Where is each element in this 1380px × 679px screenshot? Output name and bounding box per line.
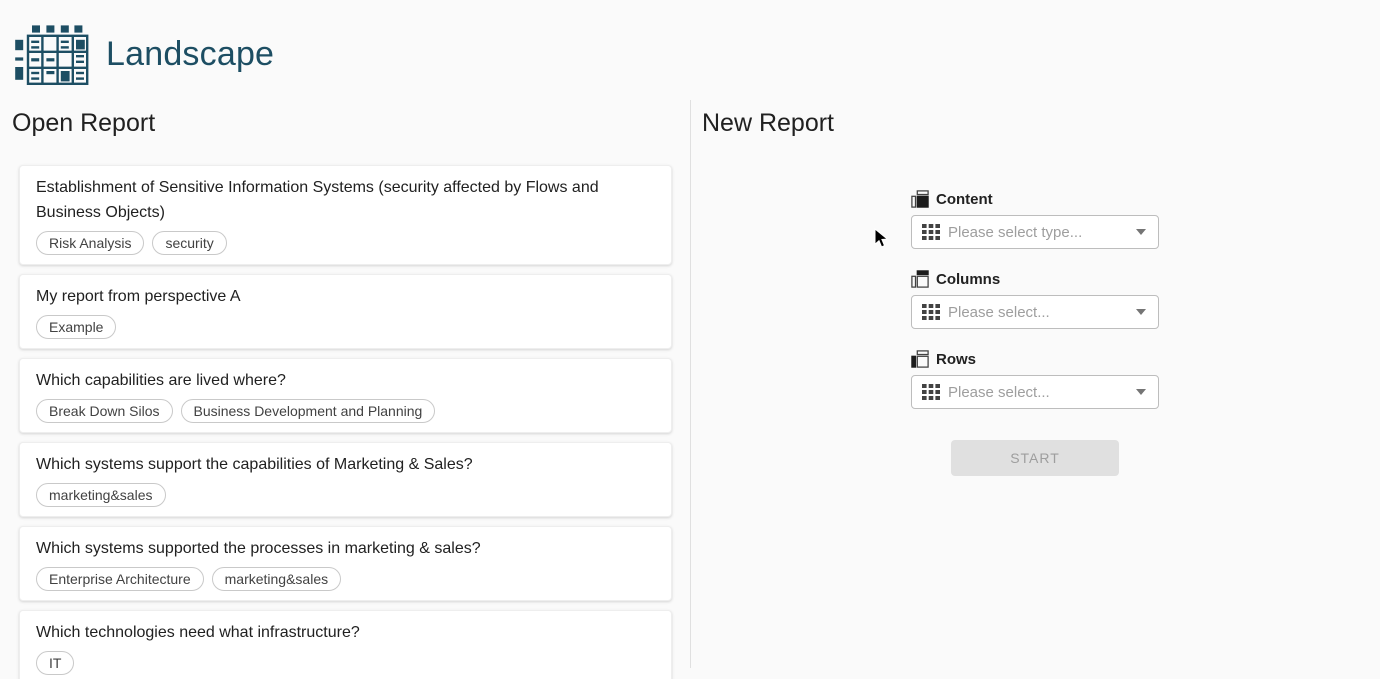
report-list: Establishment of Sensitive Information S… [19, 165, 672, 679]
grid-icon [922, 383, 940, 401]
report-tag: Risk Analysis [36, 231, 144, 255]
content-area: Open Report Establishment of Sensitive I… [0, 100, 1380, 679]
report-card[interactable]: Which systems supported the processes in… [19, 526, 672, 601]
report-tag: Example [36, 315, 116, 339]
report-tag: marketing&sales [212, 567, 342, 591]
report-tag: Break Down Silos [36, 399, 173, 423]
landscape-logo-icon [12, 22, 92, 88]
tag-row: marketing&sales [36, 483, 655, 507]
new-report-form: Content Please select type... [911, 190, 1159, 476]
report-tag: Business Development and Planning [181, 399, 436, 423]
columns-field-label: Columns [936, 271, 1000, 288]
report-card[interactable]: Which systems support the capabilities o… [19, 442, 672, 517]
chevron-down-icon [1136, 389, 1146, 395]
rows-field-label: Rows [936, 351, 976, 368]
content-matrix-icon [911, 190, 929, 208]
chevron-down-icon [1136, 309, 1146, 315]
report-card[interactable]: Which technologies need what infrastruct… [19, 610, 672, 679]
report-tag: IT [36, 651, 74, 675]
report-card[interactable]: My report from perspective A Example [19, 274, 672, 349]
columns-select[interactable]: Please select... [911, 295, 1159, 329]
tag-row: Example [36, 315, 655, 339]
tag-row: Break Down Silos Business Development an… [36, 399, 655, 423]
rows-field-group: Rows Please select... [911, 350, 1159, 409]
columns-field-group: Columns Please select... [911, 270, 1159, 329]
start-button[interactable]: START [951, 440, 1119, 476]
report-card[interactable]: Establishment of Sensitive Information S… [19, 165, 672, 265]
grid-icon [922, 223, 940, 241]
content-field-group: Content Please select type... [911, 190, 1159, 249]
open-report-panel: Open Report Establishment of Sensitive I… [0, 100, 690, 679]
rows-matrix-icon [911, 350, 929, 368]
new-report-heading: New Report [702, 110, 1380, 137]
rows-select-placeholder: Please select... [948, 384, 1136, 401]
app-header: Landscape [0, 0, 1380, 100]
report-title: Which systems support the capabilities o… [36, 452, 655, 477]
report-title: Establishment of Sensitive Information S… [36, 175, 655, 225]
content-field-label: Content [936, 191, 993, 208]
report-title: My report from perspective A [36, 284, 655, 309]
report-title: Which capabilities are lived where? [36, 368, 655, 393]
tag-row: Risk Analysis security [36, 231, 655, 255]
report-tag: security [152, 231, 226, 255]
content-label-row: Content [911, 190, 1159, 208]
content-select[interactable]: Please select type... [911, 215, 1159, 249]
new-report-panel: New Report Content [690, 100, 1380, 668]
rows-label-row: Rows [911, 350, 1159, 368]
report-tag: Enterprise Architecture [36, 567, 204, 591]
report-card[interactable]: Which capabilities are lived where? Brea… [19, 358, 672, 433]
grid-icon [922, 303, 940, 321]
content-select-placeholder: Please select type... [948, 224, 1136, 241]
tag-row: Enterprise Architecture marketing&sales [36, 567, 655, 591]
open-report-heading: Open Report [12, 110, 672, 137]
report-tag: marketing&sales [36, 483, 166, 507]
tag-row: IT [36, 651, 655, 675]
report-title: Which systems supported the processes in… [36, 536, 655, 561]
app-title: Landscape [106, 35, 274, 74]
report-title: Which technologies need what infrastruct… [36, 620, 655, 645]
chevron-down-icon [1136, 229, 1146, 235]
columns-select-placeholder: Please select... [948, 304, 1136, 321]
rows-select[interactable]: Please select... [911, 375, 1159, 409]
columns-label-row: Columns [911, 270, 1159, 288]
columns-matrix-icon [911, 270, 929, 288]
